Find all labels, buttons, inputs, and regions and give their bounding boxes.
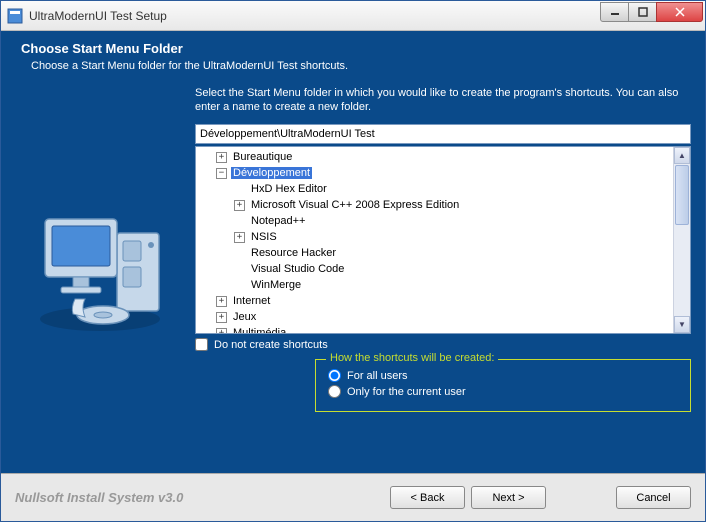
back-button[interactable]: < Back bbox=[390, 486, 465, 509]
minimize-button[interactable] bbox=[600, 2, 629, 22]
radio-all-users[interactable] bbox=[328, 369, 341, 382]
expand-icon[interactable]: + bbox=[216, 312, 227, 323]
minimize-icon bbox=[610, 7, 620, 17]
window-title: UltraModernUI Test Setup bbox=[29, 9, 601, 23]
tree-item[interactable]: −Développement bbox=[198, 165, 690, 181]
main-panel: Select the Start Menu folder in which yo… bbox=[195, 86, 691, 412]
brand-text: Nullsoft Install System v3.0 bbox=[15, 490, 384, 505]
tree-spacer bbox=[234, 184, 245, 195]
tree-item-label: Internet bbox=[231, 295, 272, 307]
expand-icon[interactable]: + bbox=[234, 232, 245, 243]
folder-tree[interactable]: +Bureautique−DéveloppementHxD Hex Editor… bbox=[195, 146, 691, 334]
tree-item-label: Multimédia bbox=[231, 327, 288, 334]
radio-all-users-label: For all users bbox=[347, 370, 408, 382]
app-icon bbox=[7, 8, 23, 24]
sidebar-illustration bbox=[15, 86, 185, 412]
tree-item-label: HxD Hex Editor bbox=[249, 183, 329, 195]
page-subtitle: Choose a Start Menu folder for the Ultra… bbox=[31, 60, 685, 72]
shortcut-scope-group: How the shortcuts will be created: For a… bbox=[315, 359, 691, 412]
collapse-icon[interactable]: − bbox=[216, 168, 227, 179]
expand-icon[interactable]: + bbox=[216, 328, 227, 335]
maximize-icon bbox=[638, 7, 648, 17]
tree-item[interactable]: + NSIS bbox=[198, 229, 690, 245]
titlebar: UltraModernUI Test Setup bbox=[1, 1, 705, 31]
expand-icon[interactable]: + bbox=[216, 296, 227, 307]
tree-item[interactable]: WinMerge bbox=[198, 277, 690, 293]
computer-icon bbox=[25, 189, 175, 339]
tree-spacer bbox=[234, 264, 245, 275]
tree-item-label: Microsoft Visual C++ 2008 Express Editio… bbox=[249, 199, 461, 211]
tree-item[interactable]: + Internet bbox=[198, 293, 690, 309]
no-shortcuts-row[interactable]: Do not create shortcuts bbox=[195, 338, 691, 351]
maximize-button[interactable] bbox=[628, 2, 657, 22]
radio-current-user-label: Only for the current user bbox=[347, 386, 466, 398]
footer: Nullsoft Install System v3.0 < Back Next… bbox=[1, 473, 705, 521]
tree-item-label: Bureautique bbox=[231, 151, 294, 163]
tree-spacer bbox=[234, 248, 245, 259]
tree-item[interactable]: HxD Hex Editor bbox=[198, 181, 690, 197]
tree-item[interactable]: Resource Hacker bbox=[198, 245, 690, 261]
close-icon bbox=[675, 7, 685, 17]
cancel-button[interactable]: Cancel bbox=[616, 486, 691, 509]
content-area: Select the Start Menu folder in which yo… bbox=[1, 86, 705, 412]
close-button[interactable] bbox=[656, 2, 703, 22]
page-header: Choose Start Menu Folder Choose a Start … bbox=[1, 31, 705, 86]
tree-item[interactable]: Notepad++ bbox=[198, 213, 690, 229]
tree-item[interactable]: + Jeux bbox=[198, 309, 690, 325]
expand-icon[interactable]: + bbox=[234, 200, 245, 211]
folder-path-input[interactable] bbox=[195, 124, 691, 144]
no-shortcuts-checkbox[interactable] bbox=[195, 338, 208, 351]
scroll-thumb[interactable] bbox=[675, 165, 689, 225]
installer-window: UltraModernUI Test Setup Choose Start Me… bbox=[0, 0, 706, 522]
radio-current-user[interactable] bbox=[328, 385, 341, 398]
tree-item-label: Resource Hacker bbox=[249, 247, 338, 259]
scroll-up-button[interactable]: ▲ bbox=[674, 147, 690, 164]
radio-current-user-row[interactable]: Only for the current user bbox=[328, 385, 678, 398]
tree-item-label: WinMerge bbox=[249, 279, 303, 291]
tree-item-label: NSIS bbox=[249, 231, 279, 243]
group-legend: How the shortcuts will be created: bbox=[326, 352, 498, 364]
tree-spacer bbox=[234, 216, 245, 227]
scroll-down-button[interactable]: ▼ bbox=[674, 316, 690, 333]
tree-scrollbar[interactable]: ▲ ▼ bbox=[673, 147, 690, 333]
tree-item[interactable]: Visual Studio Code bbox=[198, 261, 690, 277]
expand-icon[interactable]: + bbox=[216, 152, 227, 163]
tree-spacer bbox=[234, 280, 245, 291]
tree-item-label: Jeux bbox=[231, 311, 258, 323]
next-button[interactable]: Next > bbox=[471, 486, 546, 509]
radio-all-users-row[interactable]: For all users bbox=[328, 369, 678, 382]
instruction-text: Select the Start Menu folder in which yo… bbox=[195, 86, 691, 114]
tree-item-label: Notepad++ bbox=[249, 215, 307, 227]
tree-item-label: Visual Studio Code bbox=[249, 263, 346, 275]
no-shortcuts-label: Do not create shortcuts bbox=[214, 339, 328, 351]
tree-item[interactable]: + Bureautique bbox=[198, 149, 690, 165]
tree-item[interactable]: + Microsoft Visual C++ 2008 Express Editi… bbox=[198, 197, 690, 213]
tree-item[interactable]: + Multimédia bbox=[198, 325, 690, 334]
page-title: Choose Start Menu Folder bbox=[21, 41, 685, 56]
window-controls bbox=[601, 2, 703, 22]
tree-item-label: Développement bbox=[231, 167, 312, 179]
